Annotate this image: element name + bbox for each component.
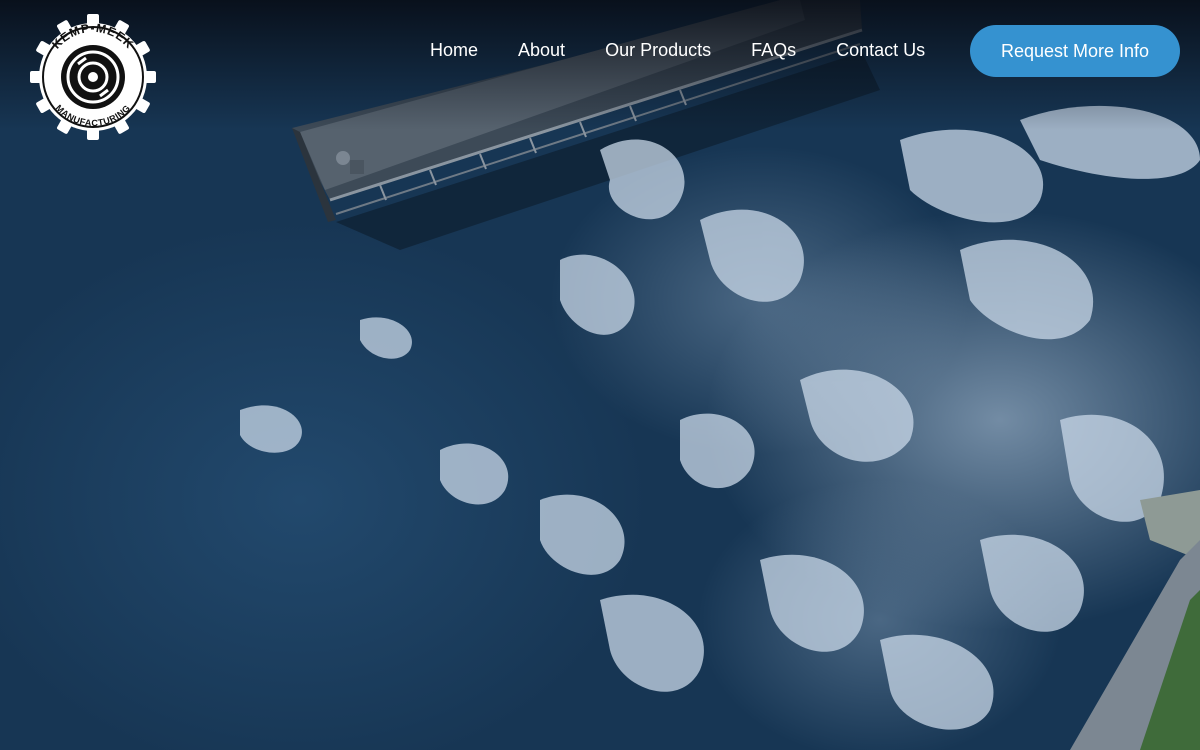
nav-about[interactable]: About xyxy=(518,36,565,65)
outfall-bank xyxy=(1070,490,1200,750)
main-nav: Home About Our Products FAQs Contact Us xyxy=(410,36,945,65)
nav-our-products[interactable]: Our Products xyxy=(605,36,711,65)
hero-section: KEMP-MEEK MANUFACTURING Home About Our P… xyxy=(0,0,1200,750)
nav-faqs[interactable]: FAQs xyxy=(751,36,796,65)
request-more-info-button[interactable]: Request More Info xyxy=(970,25,1180,77)
gear-logo-icon: KEMP-MEEK MANUFACTURING xyxy=(30,14,156,140)
brand-logo[interactable]: KEMP-MEEK MANUFACTURING xyxy=(28,12,158,142)
nav-contact-us[interactable]: Contact Us xyxy=(836,36,925,65)
nav-home[interactable]: Home xyxy=(430,36,478,65)
site-header: KEMP-MEEK MANUFACTURING Home About Our P… xyxy=(0,0,1200,140)
